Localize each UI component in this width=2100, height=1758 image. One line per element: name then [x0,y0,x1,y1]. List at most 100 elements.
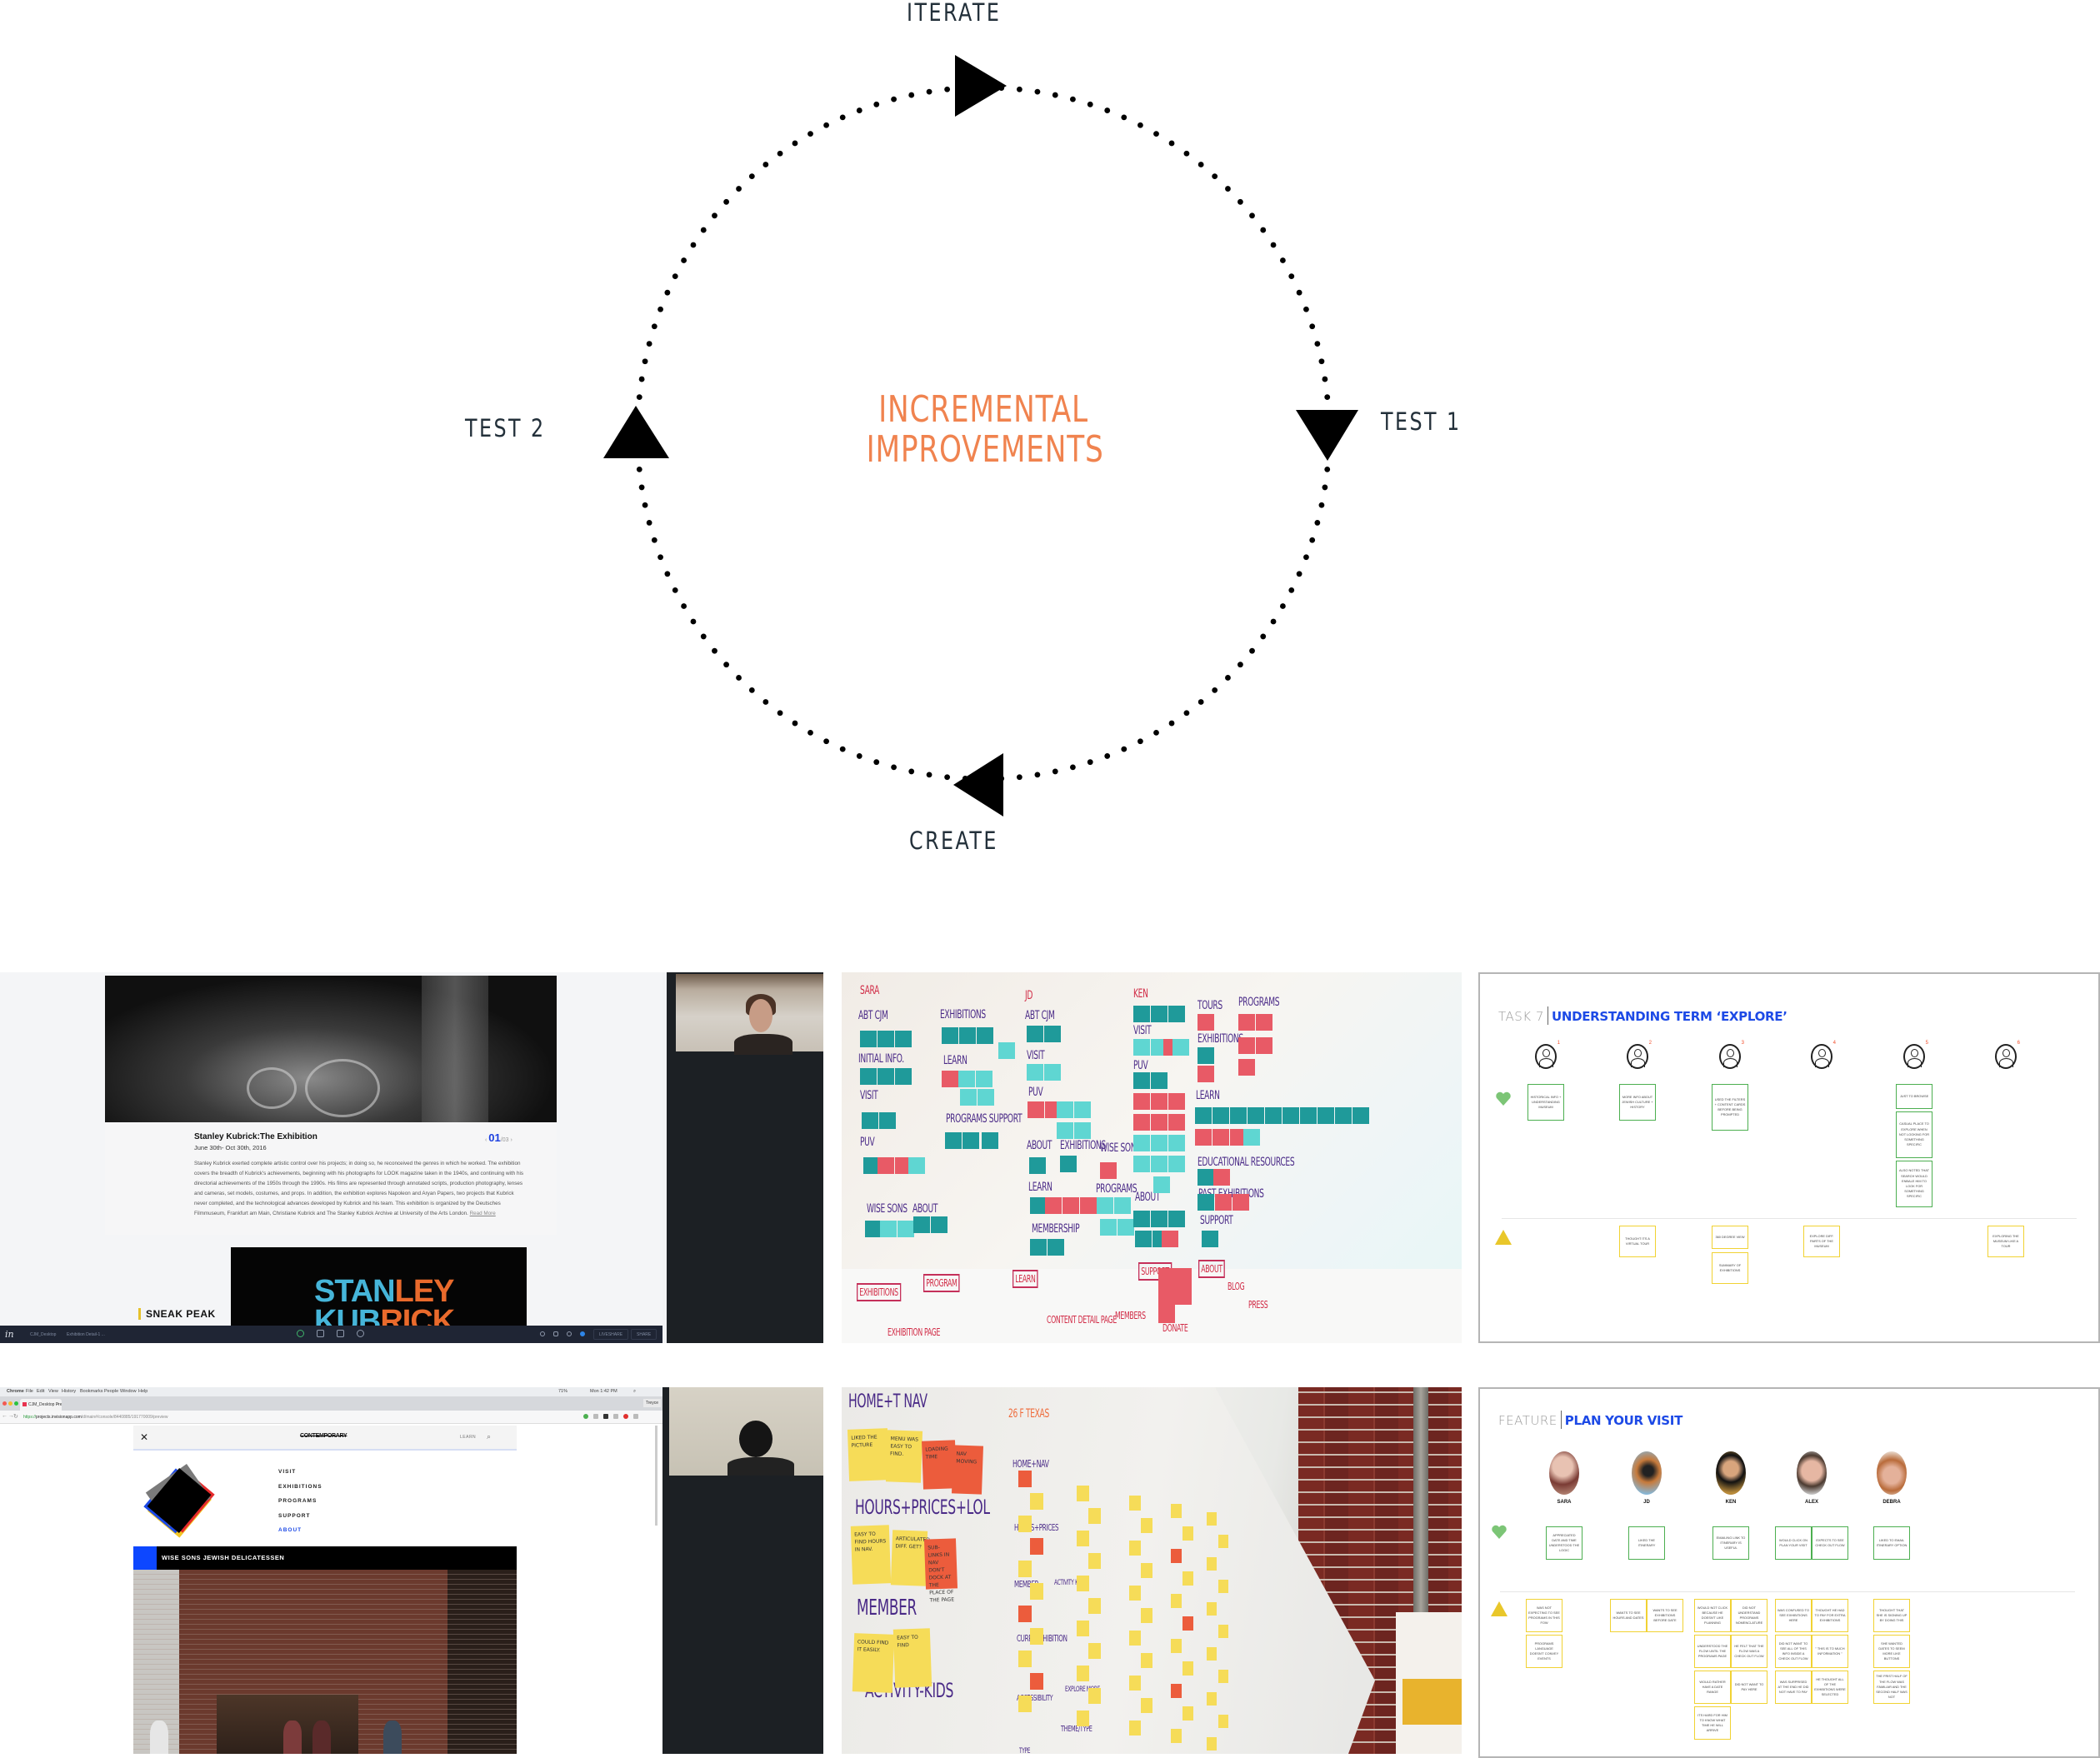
url-input[interactable]: https://projects.invisionapp.com/d/main#… [18,1413,585,1421]
breadcrumb-project[interactable]: CJM_Desktop [30,1332,56,1337]
sticky-note [1182,1571,1193,1586]
extension-icon[interactable] [593,1414,598,1419]
sticky-note [1198,1014,1214,1031]
sticky-note [1151,1093,1168,1110]
site-menu-item-support[interactable]: SUPPORT [278,1513,310,1519]
board-title-main: UNDERSTANDING TERM ‘EXPLORE’ [1551,1009,1788,1024]
ring-dot [1260,227,1267,233]
sticky-note [1129,1586,1141,1601]
close-menu-icon[interactable]: ✕ [140,1431,148,1443]
menu-view[interactable]: View [48,1389,58,1394]
settings-icon[interactable] [567,1331,572,1336]
sticky-note [1218,1580,1228,1593]
issue-note: SUMMARY OF EXHIBITIONS [1712,1252,1748,1284]
menu-chrome[interactable]: Chrome [7,1389,24,1394]
affinity-board-task-7: TASK 7 UNDERSTANDING TERM ‘EXPLORE’ 1 2 3 4 5… [1478,972,2100,1343]
menu-edit[interactable]: Edit [37,1389,44,1394]
reload-icon[interactable]: ↻ [13,1413,18,1420]
whiteboard-heading: PROGRAMS [1096,1182,1138,1196]
persona-number: 1 [1557,1041,1560,1046]
site-menu-item-exhibitions[interactable]: EXHIBITIONS [278,1484,322,1490]
learn-link[interactable]: LEARN [460,1435,476,1440]
user-avatar-icon[interactable] [580,1331,585,1336]
pager-prev-button[interactable]: ‹ [485,1137,487,1143]
persona-shoulders [1539,1058,1553,1067]
ring-dot [1168,720,1175,727]
ring-dot [646,520,652,526]
share-button[interactable]: SHARE [631,1329,658,1340]
sticky-note [1141,1563,1152,1578]
ring-dot [1070,96,1076,102]
sticky-note [1158,1268,1175,1286]
tab-close-icon[interactable]: × [57,1402,59,1407]
site-menu-item-programs[interactable]: PROGRAMS [278,1498,317,1504]
extension-icon[interactable] [583,1414,588,1419]
ring-dot [839,746,846,752]
invision-logo[interactable]: in [5,1329,14,1340]
ring-dot [651,323,658,330]
window-minimize-button[interactable] [8,1401,12,1406]
sticky-note [1168,1093,1185,1110]
menu-people[interactable]: People [104,1389,118,1394]
sticky-note [1151,1006,1168,1022]
ring-dot [808,131,813,137]
exhibition-dates: June 30th- Oct 30th, 2016 [194,1144,267,1151]
sticky-note [1018,1516,1032,1532]
read-more-link[interactable]: Read More [470,1211,496,1216]
site-logo[interactable]: CONTEMPORARY [300,1433,348,1439]
ring-dot [1153,131,1159,137]
feature-banner[interactable]: WISE SONS JEWISH DELICATESSEN [133,1546,517,1570]
breadcrumb-screen[interactable]: Exhibition Detail-1 ... [67,1332,105,1337]
cast-icon[interactable] [633,1414,638,1419]
pager-next-button[interactable]: › [510,1137,512,1143]
ring-dot [839,114,846,121]
share-node-icon[interactable] [540,1331,545,1336]
ring-dot [642,358,648,365]
browser-tab-bar: CJM_Desktop Preview Mode × Treyce [0,1396,662,1411]
persona-head [1818,1049,1826,1057]
pinterest-extension-icon[interactable] [623,1414,628,1419]
inspect-mode-icon[interactable] [337,1330,344,1337]
search-icon[interactable]: ⌕ [487,1432,491,1441]
spotlight-search-icon[interactable]: ⌕ [633,1389,636,1395]
menu-file[interactable]: File [26,1389,33,1394]
window-close-button[interactable] [2,1401,7,1406]
sticky-note: LIKED THE PICTURE [847,1428,890,1481]
ring-dot [1322,484,1328,491]
browser-tab-active[interactable]: CJM_Desktop Preview Mode × [20,1399,62,1411]
history-mode-icon[interactable] [357,1330,364,1337]
menu-bookmarks[interactable]: Bookmarks [80,1389,103,1394]
profile-button[interactable]: Treyce [642,1399,661,1407]
issue-note: WAS NOT EXPECTING TO SEE PROGRAMS IN THI… [1526,1599,1562,1632]
stage-label-test-2: TEST 2 [465,414,546,442]
sticky-note [1077,1486,1089,1501]
sticky-note [1088,1508,1101,1524]
extension-icon[interactable] [603,1414,608,1419]
preview-mode-icon[interactable] [297,1330,304,1337]
warning-triangle-icon [1491,1601,1508,1616]
menu-window[interactable]: Window [120,1389,137,1394]
positive-note: EMAILING LINK TO ITINERARY IS USEFUL [1712,1526,1749,1560]
back-icon[interactable]: ← [2,1413,8,1419]
menu-help[interactable]: Help [138,1389,148,1394]
home-icon[interactable] [553,1331,558,1336]
scrollbar[interactable] [655,1426,658,1526]
site-menu-item-about[interactable]: ABOUT [278,1527,302,1533]
issue-note: 360 DEGREE VIEW [1712,1226,1748,1249]
window-maximize-button[interactable] [14,1401,18,1406]
sticky-note [1030,1673,1043,1690]
positive-note: CASUAL PLACE TO EXPLORE WHEN NOT LOOKING… [1896,1111,1932,1158]
site-menu-item-visit[interactable]: VISIT [278,1469,296,1475]
sticky-note [1118,1219,1134,1236]
issue-note: EXPLORE DIFF. PARTS OF THE MUSEUM [1803,1226,1840,1257]
whiteboard-heading: EXHIBITIONS [940,1008,986,1021]
ring-dot [1296,571,1302,577]
sticky-note [962,1132,979,1149]
sticky-note [1030,1493,1043,1510]
comment-mode-icon[interactable] [317,1330,324,1337]
sticky-note: EASY TO FIND [892,1628,932,1688]
issue-note: WOULD RATHER HAVE A DATE RANGE [1694,1671,1731,1704]
menu-history[interactable]: History [62,1389,76,1394]
extension-icon[interactable] [613,1414,618,1419]
liveshare-button[interactable]: LIVESHARE [593,1329,629,1340]
